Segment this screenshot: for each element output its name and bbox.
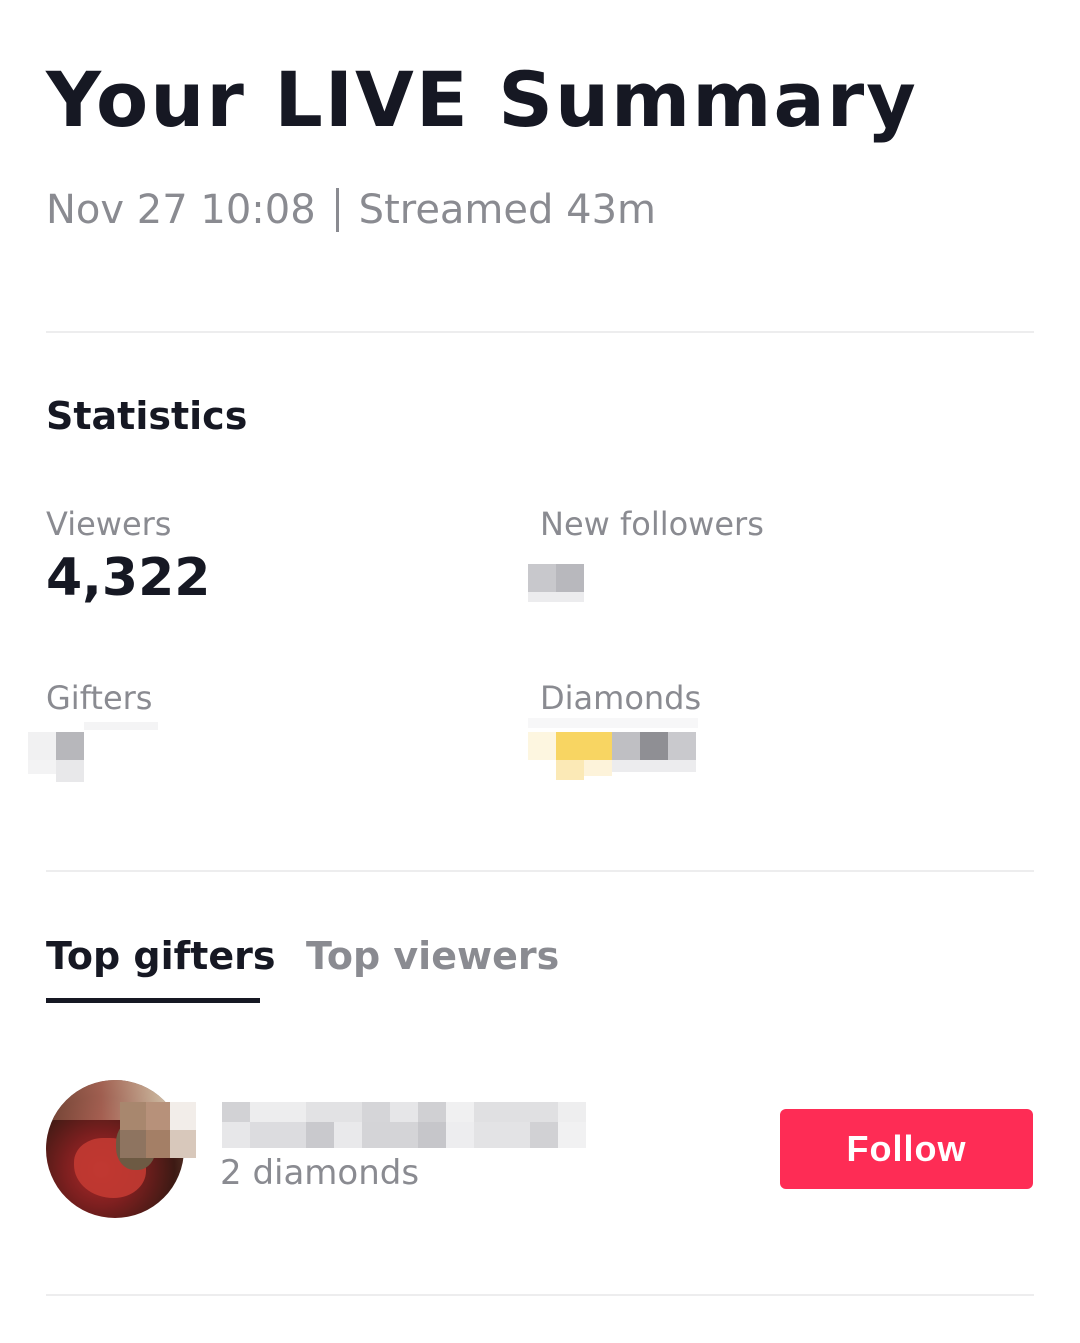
tab-top-viewers[interactable]: Top viewers	[306, 932, 559, 980]
gifters-value-redacted	[28, 722, 158, 786]
divider-bottom	[46, 1294, 1034, 1296]
viewers-label: Viewers	[46, 505, 172, 543]
tab-top-gifters[interactable]: Top gifters	[46, 932, 275, 980]
gifters-label: Gifters	[46, 679, 153, 717]
new-followers-label: New followers	[540, 505, 764, 543]
gifter-diamonds: 2 diamonds	[220, 1153, 420, 1193]
gifter-name-redacted	[222, 1102, 586, 1150]
stream-date: Nov 27 10:08	[46, 187, 316, 233]
new-followers-value-redacted	[528, 556, 586, 614]
avatar-redaction	[120, 1102, 196, 1158]
meta-separator	[335, 188, 339, 232]
follow-button[interactable]: Follow	[780, 1109, 1033, 1189]
statistics-title: Statistics	[46, 394, 248, 438]
diamonds-label: Diamonds	[540, 679, 702, 717]
divider-middle	[46, 870, 1034, 872]
diamonds-value-redacted	[528, 718, 698, 784]
page-title: Your LIVE Summary	[46, 55, 918, 144]
stream-meta: Nov 27 10:08 Streamed 43m	[46, 186, 656, 234]
stream-duration: Streamed 43m	[358, 187, 656, 233]
divider-top	[46, 331, 1034, 333]
viewers-value: 4,322	[46, 548, 211, 608]
active-tab-indicator	[46, 998, 260, 1003]
